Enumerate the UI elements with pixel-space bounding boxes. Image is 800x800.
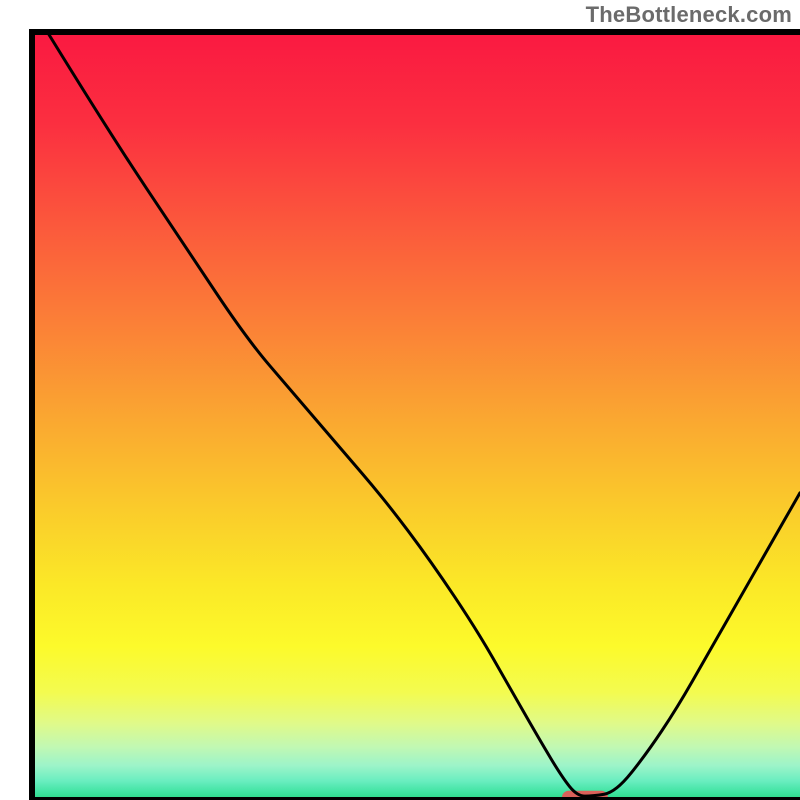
watermark-text: TheBottleneck.com	[586, 2, 792, 28]
gradient-background	[32, 32, 800, 800]
chart-container: TheBottleneck.com	[0, 0, 800, 800]
bottleneck-chart	[0, 0, 800, 800]
